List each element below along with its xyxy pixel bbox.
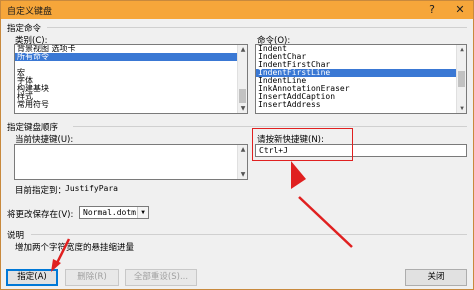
annotation-arrow-line <box>54 238 71 266</box>
annotation-arrowhead <box>51 259 61 272</box>
annotation-arrows <box>51 161 353 272</box>
annotation-arrow-line <box>298 196 353 248</box>
annotation-arrowhead <box>291 161 306 189</box>
customize-keyboard-dialog: 自定义键盘 ? ✕ 指定命令 类别(C): 背景视图 选项卡 所有命令宏字体 构建基… <box>0 0 474 290</box>
